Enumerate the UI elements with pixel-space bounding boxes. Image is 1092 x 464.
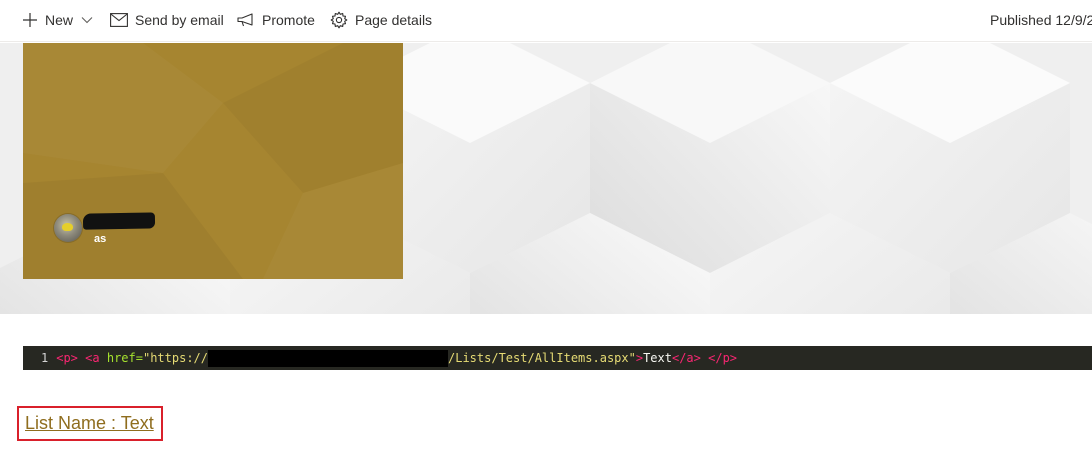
- author-avatar: [54, 214, 82, 242]
- new-button-label: New: [45, 12, 74, 28]
- hero-image-tile: as: [23, 43, 403, 279]
- code-close-a: </a>: [671, 351, 701, 365]
- code-close-p: </p>: [708, 351, 738, 365]
- code-line-number: 1: [41, 351, 49, 365]
- code-open-p: <p>: [56, 351, 78, 365]
- chevron-down-icon: [81, 14, 93, 26]
- author-name-suffix: as: [94, 233, 107, 245]
- code-link-text: Text: [643, 351, 672, 365]
- command-bar: New Send by email Promote Page details P…: [0, 0, 1092, 42]
- page-details-label: Page details: [355, 12, 433, 28]
- code-open-a: <a: [85, 351, 100, 365]
- send-by-email-label: Send by email: [135, 12, 224, 28]
- code-href-attr: href=: [106, 351, 143, 365]
- new-button[interactable]: New: [22, 0, 93, 40]
- code-href-start: "https://: [142, 351, 208, 365]
- gear-icon: [330, 11, 348, 29]
- mail-icon: [110, 13, 128, 27]
- send-by-email-button[interactable]: Send by email: [110, 0, 224, 40]
- plus-icon: [22, 12, 38, 28]
- list-name-link[interactable]: List Name : Text: [25, 413, 154, 434]
- promote-label: Promote: [262, 12, 315, 28]
- redacted-url: [208, 349, 448, 367]
- code-close-bracket: >: [635, 351, 644, 365]
- page-details-button[interactable]: Page details: [330, 0, 432, 40]
- promote-button[interactable]: Promote: [237, 0, 315, 40]
- avatar-image: [62, 223, 73, 231]
- hero-banner: as: [0, 43, 1092, 314]
- code-snippet: 1 <p> <a href= "https:// /Lists/Test/All…: [23, 346, 1092, 370]
- hero-tile-shading: [23, 173, 243, 279]
- published-date: Published 12/9/2: [990, 12, 1092, 28]
- code-href-end: /Lists/Test/AllItems.aspx": [448, 351, 636, 365]
- redacted-author-name: [82, 212, 156, 230]
- megaphone-icon: [237, 13, 255, 27]
